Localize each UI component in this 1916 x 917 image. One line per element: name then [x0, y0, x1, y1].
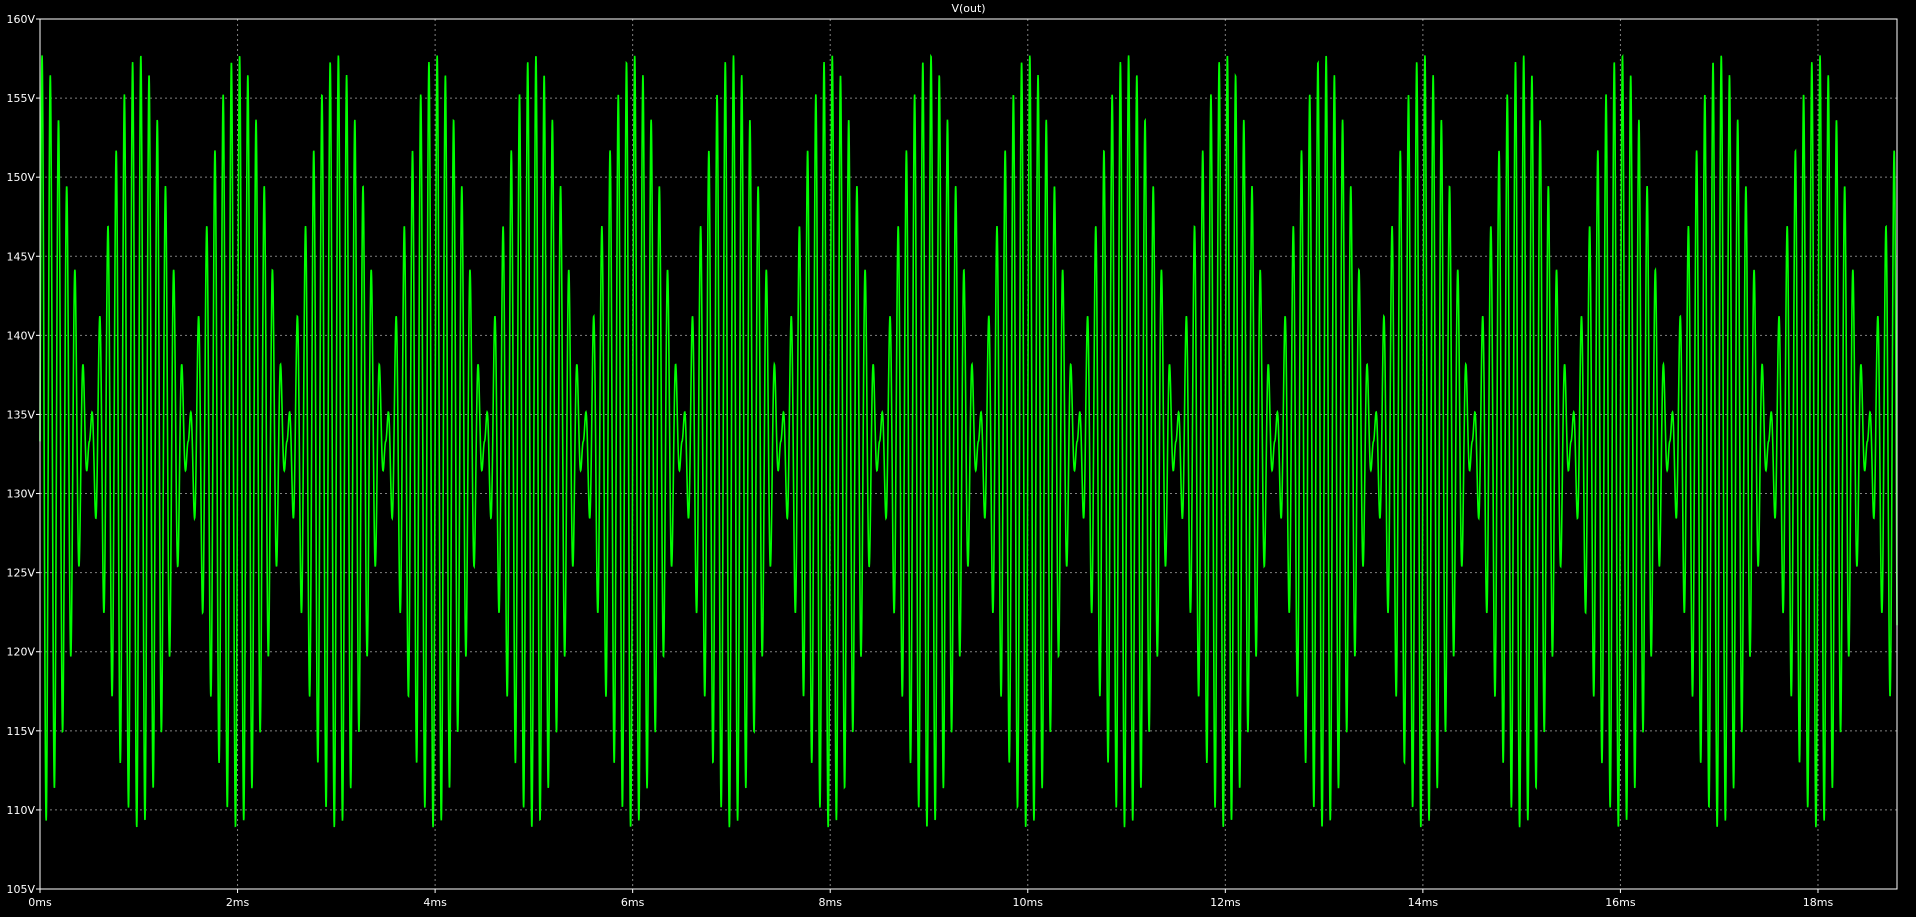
y-tick-label: 115V: [6, 725, 35, 738]
y-tick-label: 145V: [6, 250, 35, 263]
y-tick-label: 105V: [6, 883, 35, 896]
x-tick-label: 10ms: [1013, 896, 1044, 909]
x-tick-label: 2ms: [226, 896, 250, 909]
y-tick-label: 130V: [6, 488, 35, 501]
trace-title[interactable]: V(out): [951, 2, 985, 15]
x-tick-label: 12ms: [1210, 896, 1241, 909]
x-tick-label: 8ms: [818, 896, 842, 909]
y-tick-label: 155V: [6, 92, 35, 105]
y-tick-label: 150V: [6, 171, 35, 184]
x-tick-label: 16ms: [1605, 896, 1636, 909]
x-tick-label: 4ms: [423, 896, 447, 909]
x-tick-label: 6ms: [621, 896, 645, 909]
y-tick-label: 125V: [6, 567, 35, 580]
plot-window: 160V 155V 150V 145V 140V 135V 130V 125V 120V 115V…: [0, 0, 1916, 917]
y-tick-label: 110V: [6, 804, 35, 817]
y-tick-label: 120V: [6, 646, 35, 659]
waveform-plot: 160V 155V 150V 145V 140V 135V 130V 125V 120V 115V…: [0, 0, 1916, 917]
x-tick-label: 0ms: [28, 896, 52, 909]
x-tick-label: 18ms: [1803, 896, 1834, 909]
y-tick-label: 135V: [6, 408, 35, 421]
x-tick-label: 14ms: [1408, 896, 1439, 909]
y-tick-label: 160V: [6, 13, 35, 26]
y-tick-label: 140V: [6, 329, 35, 342]
